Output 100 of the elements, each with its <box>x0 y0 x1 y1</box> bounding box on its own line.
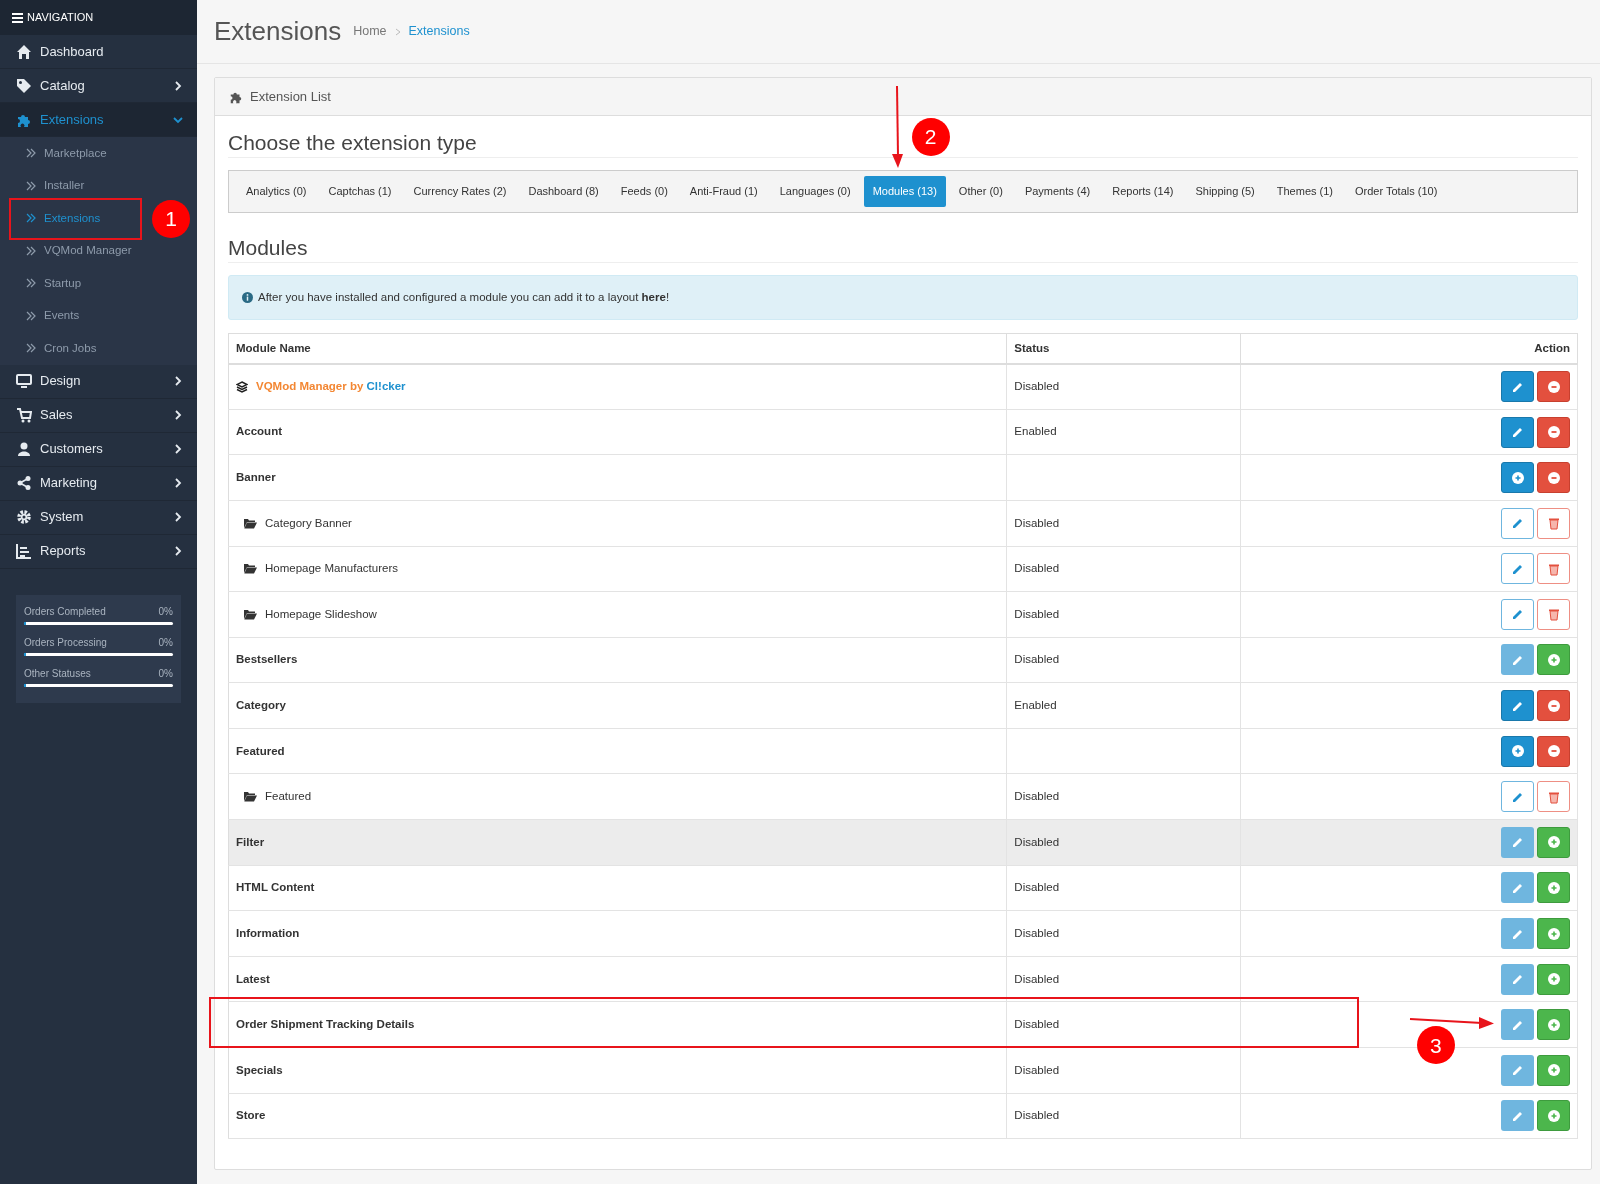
pencil-icon <box>1510 425 1525 439</box>
tab[interactable]: Captchas (1) <box>319 176 401 207</box>
module-name: Featured <box>236 743 285 759</box>
column-header: Action <box>1240 333 1578 364</box>
double-chevron-icon <box>26 213 36 224</box>
tab[interactable]: Anti-Fraud (1) <box>680 176 767 207</box>
delete-button[interactable] <box>1537 553 1570 585</box>
add-button[interactable] <box>1501 735 1534 767</box>
edit-button[interactable] <box>1501 690 1534 722</box>
minus-circle-icon <box>1546 470 1561 485</box>
submenu-item[interactable]: Events <box>0 299 197 332</box>
menu-icon <box>12 12 23 23</box>
share-icon <box>16 475 32 491</box>
install-button[interactable] <box>1537 644 1570 676</box>
status-cell: Disabled <box>1006 546 1241 592</box>
chart-icon <box>16 543 32 559</box>
sidebar-item[interactable]: Extensions <box>0 103 197 137</box>
status-cell: Disabled <box>1006 819 1241 866</box>
add-button[interactable] <box>1501 462 1534 494</box>
sidebar-item[interactable]: Customers <box>0 432 197 467</box>
status-cell: Disabled <box>1006 910 1241 957</box>
install-button[interactable] <box>1537 918 1570 950</box>
plus-circle-icon <box>1510 470 1525 485</box>
sidebar-item[interactable]: Design <box>0 364 197 399</box>
sidebar-item[interactable]: Marketing <box>0 466 197 501</box>
install-button[interactable] <box>1537 1009 1570 1041</box>
sidebar-item[interactable]: Reports <box>0 534 197 569</box>
edit-button[interactable] <box>1501 371 1534 403</box>
uninstall-button[interactable] <box>1537 690 1570 722</box>
sidebar-item[interactable]: Dashboard <box>0 35 197 69</box>
tab[interactable]: Analytics (0) <box>237 176 316 207</box>
alert-text: After you have installed and configured a module you can add it to a layout here! <box>258 289 670 305</box>
module-name: Category Banner <box>265 515 352 531</box>
plus-circle-icon <box>1546 972 1561 987</box>
install-button[interactable] <box>1537 1100 1570 1132</box>
edit-button[interactable] <box>1501 644 1534 676</box>
uninstall-button[interactable] <box>1537 416 1570 448</box>
edit-button[interactable] <box>1501 826 1534 858</box>
uninstall-button[interactable] <box>1537 462 1570 494</box>
panel-title: Extension List <box>250 87 331 106</box>
edit-button[interactable] <box>1501 1100 1534 1132</box>
edit-button[interactable] <box>1501 963 1534 995</box>
tab[interactable]: Other (0) <box>949 176 1012 207</box>
tab[interactable]: Order Totals (10) <box>1346 176 1447 207</box>
section-heading: Modules <box>228 234 1578 263</box>
plus-circle-icon <box>1546 1017 1561 1032</box>
double-chevron-icon <box>26 245 36 256</box>
edit-button[interactable] <box>1501 872 1534 904</box>
module-name: Account <box>236 424 282 440</box>
module-name: Homepage Slideshow <box>265 606 377 622</box>
install-button[interactable] <box>1537 872 1570 904</box>
status-cell: Disabled <box>1006 500 1241 546</box>
tab[interactable]: Themes (1) <box>1267 176 1342 207</box>
edit-button[interactable] <box>1501 1054 1534 1086</box>
delete-button[interactable] <box>1537 507 1570 539</box>
nav-header: NAVIGATION <box>27 10 94 26</box>
trash-icon <box>1546 516 1561 531</box>
sidebar-item[interactable]: System <box>0 500 197 535</box>
pencil-icon <box>1510 1063 1525 1078</box>
module-name: Category <box>236 697 286 713</box>
edit-button[interactable] <box>1501 507 1534 539</box>
tag-icon <box>16 77 32 94</box>
tab[interactable]: Feeds (0) <box>611 176 677 207</box>
folder-icon <box>244 608 257 620</box>
install-button[interactable] <box>1537 826 1570 858</box>
monitor-icon <box>16 373 32 389</box>
delete-button[interactable] <box>1537 598 1570 630</box>
folder-icon <box>244 517 257 529</box>
submenu-item[interactable]: Marketplace <box>0 137 197 170</box>
edit-button[interactable] <box>1501 416 1534 448</box>
tab[interactable]: Currency Rates (2) <box>404 176 516 207</box>
plus-circle-icon <box>1546 880 1561 895</box>
submenu-item[interactable]: Installer <box>0 169 197 202</box>
delete-button[interactable] <box>1537 781 1570 813</box>
submenu-item[interactable]: Startup <box>0 267 197 300</box>
edit-button[interactable] <box>1501 918 1534 950</box>
edit-button[interactable] <box>1501 781 1534 813</box>
edit-button[interactable] <box>1501 1009 1534 1041</box>
edit-button[interactable] <box>1501 598 1534 630</box>
page-title: Extensions <box>214 15 342 48</box>
double-chevron-icon <box>26 180 36 191</box>
submenu-item[interactable]: Cron Jobs <box>0 332 197 365</box>
breadcrumb-link[interactable]: Home <box>353 22 387 41</box>
install-button[interactable] <box>1537 1054 1570 1086</box>
uninstall-button[interactable] <box>1537 735 1570 767</box>
column-header: Status <box>1006 333 1241 364</box>
status-cell: Disabled <box>1006 363 1241 410</box>
tab[interactable]: Payments (4) <box>1015 176 1100 207</box>
module-name: Filter <box>236 834 265 850</box>
sidebar-item[interactable]: Sales <box>0 398 197 433</box>
uninstall-button[interactable] <box>1537 371 1570 403</box>
edit-button[interactable] <box>1501 553 1534 585</box>
chevron-icon <box>394 27 401 36</box>
tab[interactable]: Dashboard (8) <box>519 176 608 207</box>
pencil-icon <box>1510 607 1525 622</box>
tab[interactable]: Shipping (5) <box>1186 176 1264 207</box>
install-button[interactable] <box>1537 963 1570 995</box>
submenu-item[interactable]: Extensions 1 <box>0 202 197 235</box>
tab[interactable]: Reports (14) <box>1103 176 1183 207</box>
tab[interactable]: Languages (0) <box>770 176 860 207</box>
